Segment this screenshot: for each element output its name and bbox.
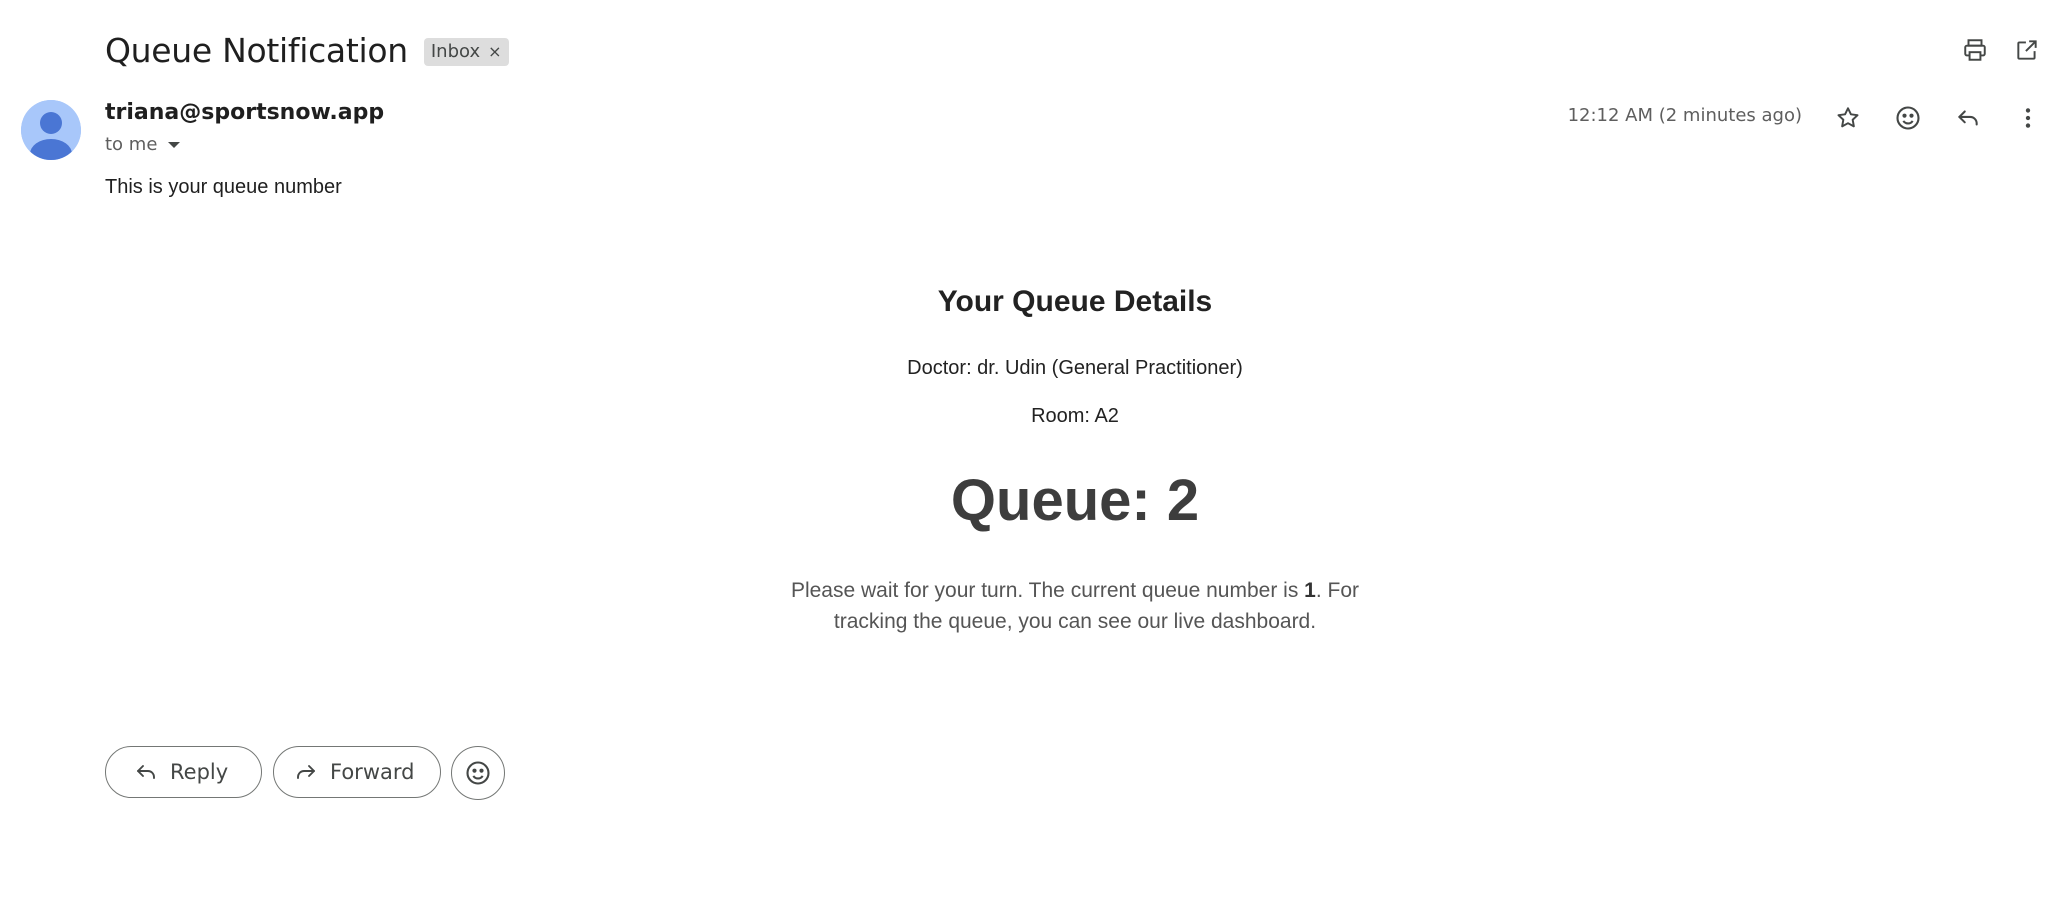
more-vert-icon[interactable] [2006, 96, 2050, 140]
label-text: Inbox [430, 41, 481, 62]
reply-icon[interactable] [1946, 96, 1990, 140]
forward-button[interactable]: Forward [273, 746, 441, 798]
wait-instructions: Please wait for your turn. The current q… [0, 575, 2062, 637]
reply-icon [134, 760, 158, 784]
open-in-new-window-icon[interactable] [2007, 30, 2047, 70]
queue-number: Queue: 2 [950, 468, 1200, 533]
wait-prefix: Please wait for your turn. The current q… [790, 579, 1305, 602]
emoji-icon [464, 759, 492, 787]
star-icon[interactable] [1826, 96, 1870, 140]
room-info: Room: A2 [1031, 405, 1119, 427]
sender-email[interactable]: triana@sportsnow.app [105, 100, 384, 125]
queue-details-heading: Your Queue Details [937, 285, 1213, 318]
print-icon[interactable] [1955, 30, 1995, 70]
email-subject: Queue Notification [105, 30, 408, 70]
recipient-details-toggle[interactable]: to me [105, 134, 181, 155]
wait-line-1: Please wait for your turn. The current q… [0, 575, 2062, 606]
doctor-info: Doctor: dr. Udin (General Practitioner) [907, 357, 1243, 379]
forward-button-label: Forward [330, 760, 415, 784]
emoji-reaction-button[interactable] [451, 746, 505, 800]
wait-suffix: . For [1315, 579, 1360, 602]
wait-line-2: tracking the queue, you can see our live… [833, 610, 1317, 633]
reply-button[interactable]: Reply [105, 746, 262, 798]
emoji-icon[interactable] [1886, 96, 1930, 140]
inbox-label-chip[interactable]: Inbox × [423, 38, 509, 66]
subject-row: Queue Notification Inbox × [105, 26, 509, 74]
recipient-line: to me [105, 134, 158, 155]
email-snippet: This is your queue number [105, 176, 342, 198]
reply-button-label: Reply [170, 760, 229, 784]
avatar[interactable] [21, 100, 81, 160]
email-view: Queue Notification Inbox × triana@sports… [0, 0, 2062, 905]
forward-icon [294, 760, 318, 784]
email-timestamp: 12:12 AM (2 minutes ago) [1567, 105, 1802, 126]
remove-label-icon[interactable]: × [488, 42, 501, 61]
chevron-down-icon [167, 140, 181, 150]
current-queue-number: 1 [1304, 579, 1316, 602]
